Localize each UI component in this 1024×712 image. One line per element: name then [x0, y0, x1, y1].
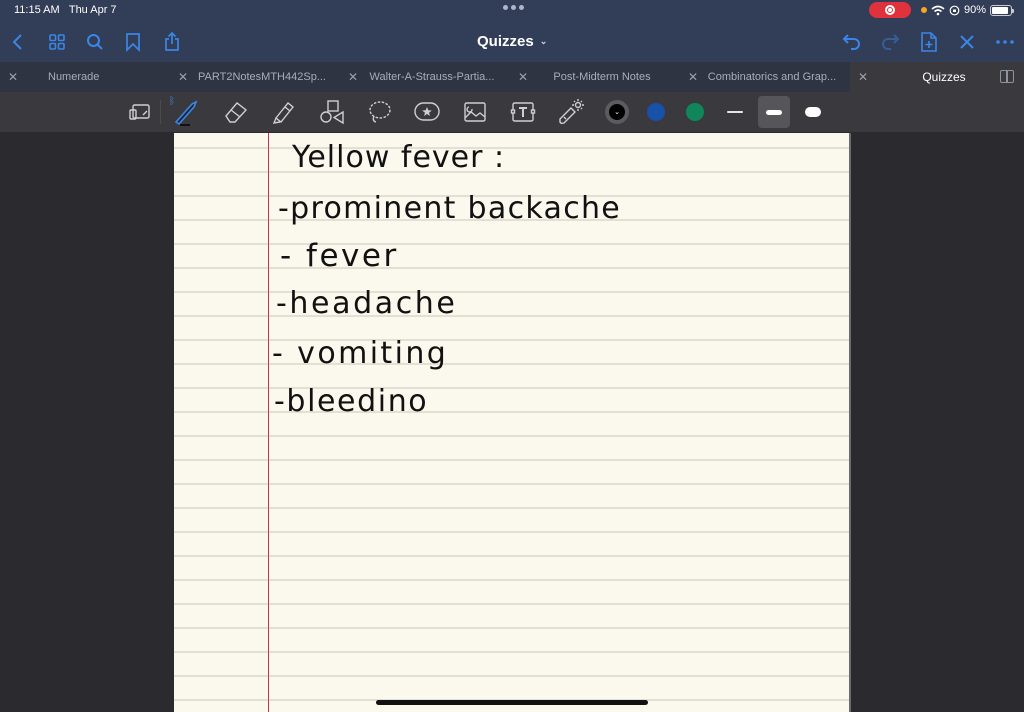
- orange-dot-icon: [920, 7, 927, 13]
- status-indicators: 90%: [868, 2, 1014, 18]
- tab-close-icon[interactable]: ✕: [178, 70, 194, 84]
- add-page-icon[interactable]: [916, 28, 942, 56]
- tab-label: Walter-A-Strauss-Partia...: [369, 71, 495, 83]
- tab-combinatorics[interactable]: ✕ Combinatorics and Grap...: [680, 62, 850, 92]
- document-title: Quizzes: [477, 33, 534, 50]
- navigation-bar: Quizzes ⌄: [0, 28, 1024, 56]
- redo-icon[interactable]: [877, 28, 903, 56]
- home-indicator[interactable]: [376, 700, 648, 705]
- tab-part2notes[interactable]: ✕ PART2NotesMTH442Sp...: [170, 62, 340, 92]
- highlighter-icon[interactable]: [268, 96, 300, 128]
- stroke-width-medium[interactable]: [758, 96, 790, 128]
- stroke-width-thin[interactable]: [719, 96, 751, 128]
- close-icon[interactable]: [954, 28, 980, 56]
- undo-icon[interactable]: [839, 28, 865, 56]
- image-icon[interactable]: [459, 96, 491, 128]
- tab-label: Combinatorics and Grap...: [707, 71, 837, 83]
- grid-view-icon[interactable]: [44, 28, 70, 56]
- sticker-icon[interactable]: [411, 96, 443, 128]
- laser-pointer-icon[interactable]: [555, 96, 587, 128]
- handwritten-title: Yellow fever :: [292, 140, 506, 175]
- notebook-page[interactable]: Yellow fever : -prominent backache - fev…: [174, 133, 849, 712]
- tab-bar: ✕ Numerade ✕ PART2NotesMTH442Sp... ✕ Wal…: [0, 62, 1024, 92]
- tab-label: PART2NotesMTH442Sp...: [198, 71, 326, 83]
- tab-walter-strauss[interactable]: ✕ Walter-A-Strauss-Partia...: [340, 62, 510, 92]
- handwritten-item: - vomiting: [272, 336, 449, 371]
- tab-numerade[interactable]: ✕ Numerade: [0, 62, 170, 92]
- text-icon[interactable]: [507, 96, 539, 128]
- search-icon[interactable]: [82, 28, 108, 56]
- share-icon[interactable]: [159, 28, 185, 56]
- tab-close-icon[interactable]: ✕: [8, 70, 24, 84]
- read-only-icon[interactable]: [124, 96, 156, 128]
- chevron-down-icon: ⌄: [539, 36, 548, 46]
- orientation-lock-icon: [949, 5, 960, 15]
- document-title-menu[interactable]: Quizzes ⌄: [477, 33, 547, 50]
- stroke-width-thick[interactable]: [797, 96, 829, 128]
- screen-record-icon[interactable]: [868, 2, 911, 18]
- handwritten-item: - fever: [280, 238, 399, 274]
- toolbar-divider: [160, 100, 161, 124]
- shapes-icon[interactable]: [316, 96, 348, 128]
- tab-close-icon[interactable]: ✕: [348, 70, 364, 84]
- handwritten-item: -bleedino: [274, 384, 429, 419]
- color-swatch-green[interactable]: [686, 103, 704, 121]
- color-swatch-blue[interactable]: [647, 103, 665, 121]
- page-edge: [849, 133, 851, 712]
- date-label: Thu Apr 7: [68, 4, 117, 16]
- tab-post-midterm-notes[interactable]: ✕ Post-Midterm Notes: [510, 62, 680, 92]
- color-swatch-black[interactable]: ⌄: [605, 100, 629, 124]
- lasso-icon[interactable]: [364, 96, 396, 128]
- more-icon[interactable]: [992, 28, 1018, 56]
- bookmark-icon[interactable]: [120, 28, 146, 56]
- tab-close-icon[interactable]: ✕: [858, 70, 874, 84]
- eraser-icon[interactable]: [220, 96, 252, 128]
- back-icon[interactable]: [5, 28, 31, 56]
- margin-line: [268, 133, 269, 712]
- multitasking-dots-icon[interactable]: [503, 5, 524, 10]
- pen-icon[interactable]: [170, 96, 202, 128]
- chevron-down-icon: ⌄: [614, 109, 620, 116]
- battery-percent: 90%: [963, 4, 986, 16]
- tab-close-icon[interactable]: ✕: [688, 70, 704, 84]
- time-label: 11:15 AM: [14, 4, 60, 16]
- top-bar: 11:15 AM Thu Apr 7 90% Quizzes ⌄: [0, 0, 1024, 62]
- tab-label: Post-Midterm Notes: [553, 71, 651, 83]
- tab-close-icon[interactable]: ✕: [518, 70, 534, 84]
- handwritten-item: -headache: [276, 286, 458, 321]
- handwritten-item: -prominent backache: [278, 191, 622, 226]
- tab-quizzes[interactable]: ✕ Quizzes: [850, 62, 1024, 92]
- tab-label: Numerade: [48, 71, 100, 83]
- split-view-icon[interactable]: [1000, 70, 1014, 83]
- wifi-icon: [931, 5, 945, 15]
- status-time: 11:15 AM Thu Apr 7: [14, 4, 117, 16]
- battery-icon: [990, 4, 1014, 16]
